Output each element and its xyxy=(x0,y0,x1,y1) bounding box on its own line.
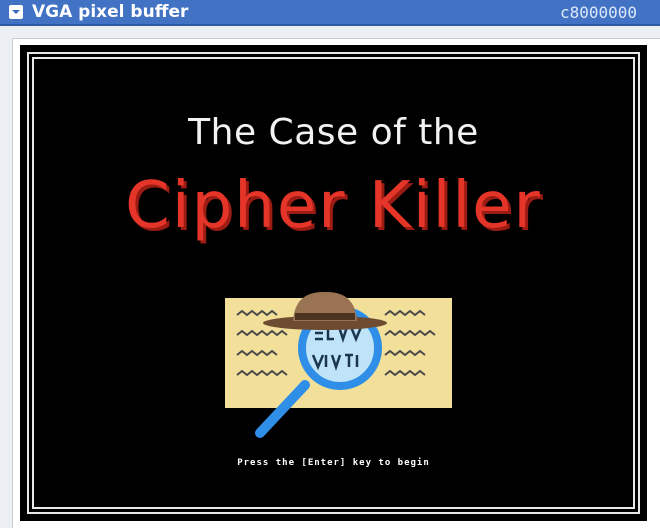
game-title-line2: Cipher Killer xyxy=(125,169,542,243)
game-title-line1: The Case of the xyxy=(188,112,479,153)
window-title: VGA pixel buffer xyxy=(32,2,189,22)
start-prompt: Press the [Enter] key to begin xyxy=(237,458,430,468)
cipher-magnifier-icon xyxy=(225,291,452,438)
buffer-address: c8000000 xyxy=(560,3,638,22)
window-titlebar: VGA pixel buffer c8000000 xyxy=(0,0,660,26)
vga-screen: The Case of the Cipher Killer Press the … xyxy=(20,45,647,521)
chevron-down-icon[interactable] xyxy=(9,5,23,19)
